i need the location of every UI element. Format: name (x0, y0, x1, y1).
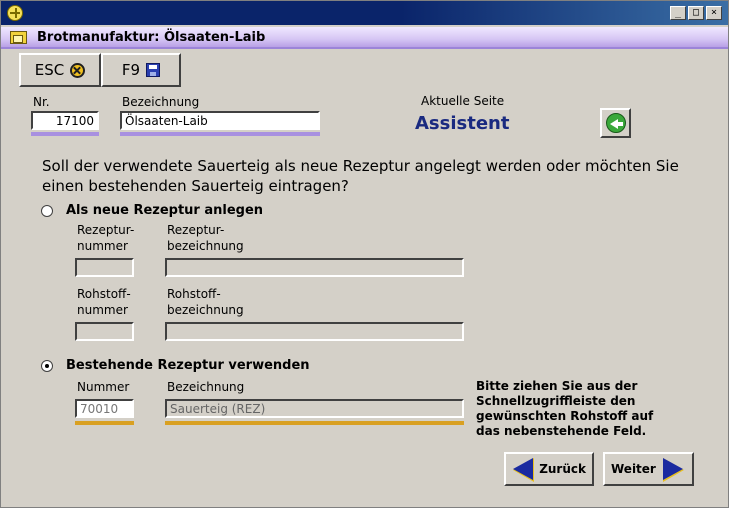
back-button[interactable]: Zurück (504, 452, 594, 486)
window-controls: _ □ × (670, 6, 722, 20)
roh-bez-label-2: bezeichnung (167, 303, 244, 317)
next-button[interactable]: Weiter (603, 452, 694, 486)
document-title: Brotmanufaktur: Ölsaaten-Laib (37, 30, 266, 45)
radio-existing-recipe[interactable] (41, 360, 53, 372)
f9-label: F9 (121, 61, 141, 79)
back-to-start-button[interactable] (600, 108, 631, 138)
rez-nr-label-1: Rezeptur- (77, 223, 135, 237)
bezeichnung-label: Bezeichnung (122, 95, 200, 109)
existing-nummer-field[interactable]: 70010 (75, 399, 134, 418)
roh-bez-label-1: Rohstoff- (167, 287, 221, 301)
existing-bezeichnung-field[interactable]: Sauerteig (REZ) (165, 399, 464, 418)
rez-bez-label-2: bezeichnung (167, 239, 244, 253)
app-window: _ □ × Brotmanufaktur: Ölsaaten-Laib ESC … (0, 0, 729, 508)
nr-underline (31, 132, 99, 136)
cancel-icon (70, 62, 86, 78)
roh-nr-label-1: Rohstoff- (77, 287, 131, 301)
hint-line-4: das nebenstehende Feld. (476, 424, 647, 438)
radio-new-recipe[interactable] (41, 205, 53, 217)
existing-bezeichnung-underline (165, 421, 464, 425)
hint-line-2: Schnellzugriffleiste den (476, 394, 636, 408)
window-titlebar[interactable]: _ □ × (1, 1, 728, 25)
hint-line-3: gewünschten Rohstoff auf (476, 409, 654, 423)
existing-nummer-underline (75, 421, 134, 425)
nr-label: Nr. (33, 95, 50, 109)
hint-line-1: Bitte ziehen Sie aus der (476, 379, 638, 393)
current-page-value: Assistent (415, 113, 510, 134)
minimize-button[interactable]: _ (670, 6, 686, 20)
question-text: Soll der verwendete Sauerteig als neue R… (42, 157, 679, 195)
esc-label: ESC (34, 61, 65, 79)
rez-nr-field[interactable] (75, 258, 134, 277)
back-button-label: Zurück (539, 462, 586, 476)
existing-bezeichnung-label: Bezeichnung (167, 380, 245, 394)
bezeichnung-field[interactable]: Ölsaaten-Laib (120, 111, 320, 130)
app-logo-icon[interactable] (7, 5, 23, 21)
rez-bez-label-1: Rezeptur- (167, 223, 225, 237)
arrow-left-icon (512, 457, 535, 482)
toolbar: ESC F9 (19, 53, 181, 87)
arrow-right-icon (662, 457, 684, 482)
nr-field[interactable]: 17100 (31, 111, 99, 130)
rez-nr-label-2: nummer (77, 239, 128, 253)
roh-bez-field[interactable] (165, 322, 464, 341)
esc-button[interactable]: ESC (19, 53, 101, 87)
roh-nr-label-2: nummer (77, 303, 128, 317)
document-titlebar: Brotmanufaktur: Ölsaaten-Laib (1, 27, 728, 49)
green-back-arrow-icon (605, 113, 626, 133)
drag-hint-text: Bitte ziehen Sie aus der Schnellzugriffl… (476, 379, 676, 439)
rez-bez-field[interactable] (165, 258, 464, 277)
folder-icon (10, 31, 27, 44)
radio-new-recipe-label[interactable]: Als neue Rezeptur anlegen (66, 203, 263, 218)
radio-existing-recipe-label[interactable]: Bestehende Rezeptur verwenden (66, 358, 310, 373)
save-disk-icon (146, 63, 161, 77)
save-button[interactable]: F9 (101, 53, 181, 87)
next-button-label: Weiter (611, 462, 656, 476)
close-button[interactable]: × (706, 6, 722, 20)
maximize-button[interactable]: □ (688, 6, 704, 20)
current-page-label: Aktuelle Seite (421, 94, 505, 108)
nummer-label: Nummer (77, 380, 130, 394)
roh-nr-field[interactable] (75, 322, 134, 341)
bezeichnung-underline (120, 132, 320, 136)
